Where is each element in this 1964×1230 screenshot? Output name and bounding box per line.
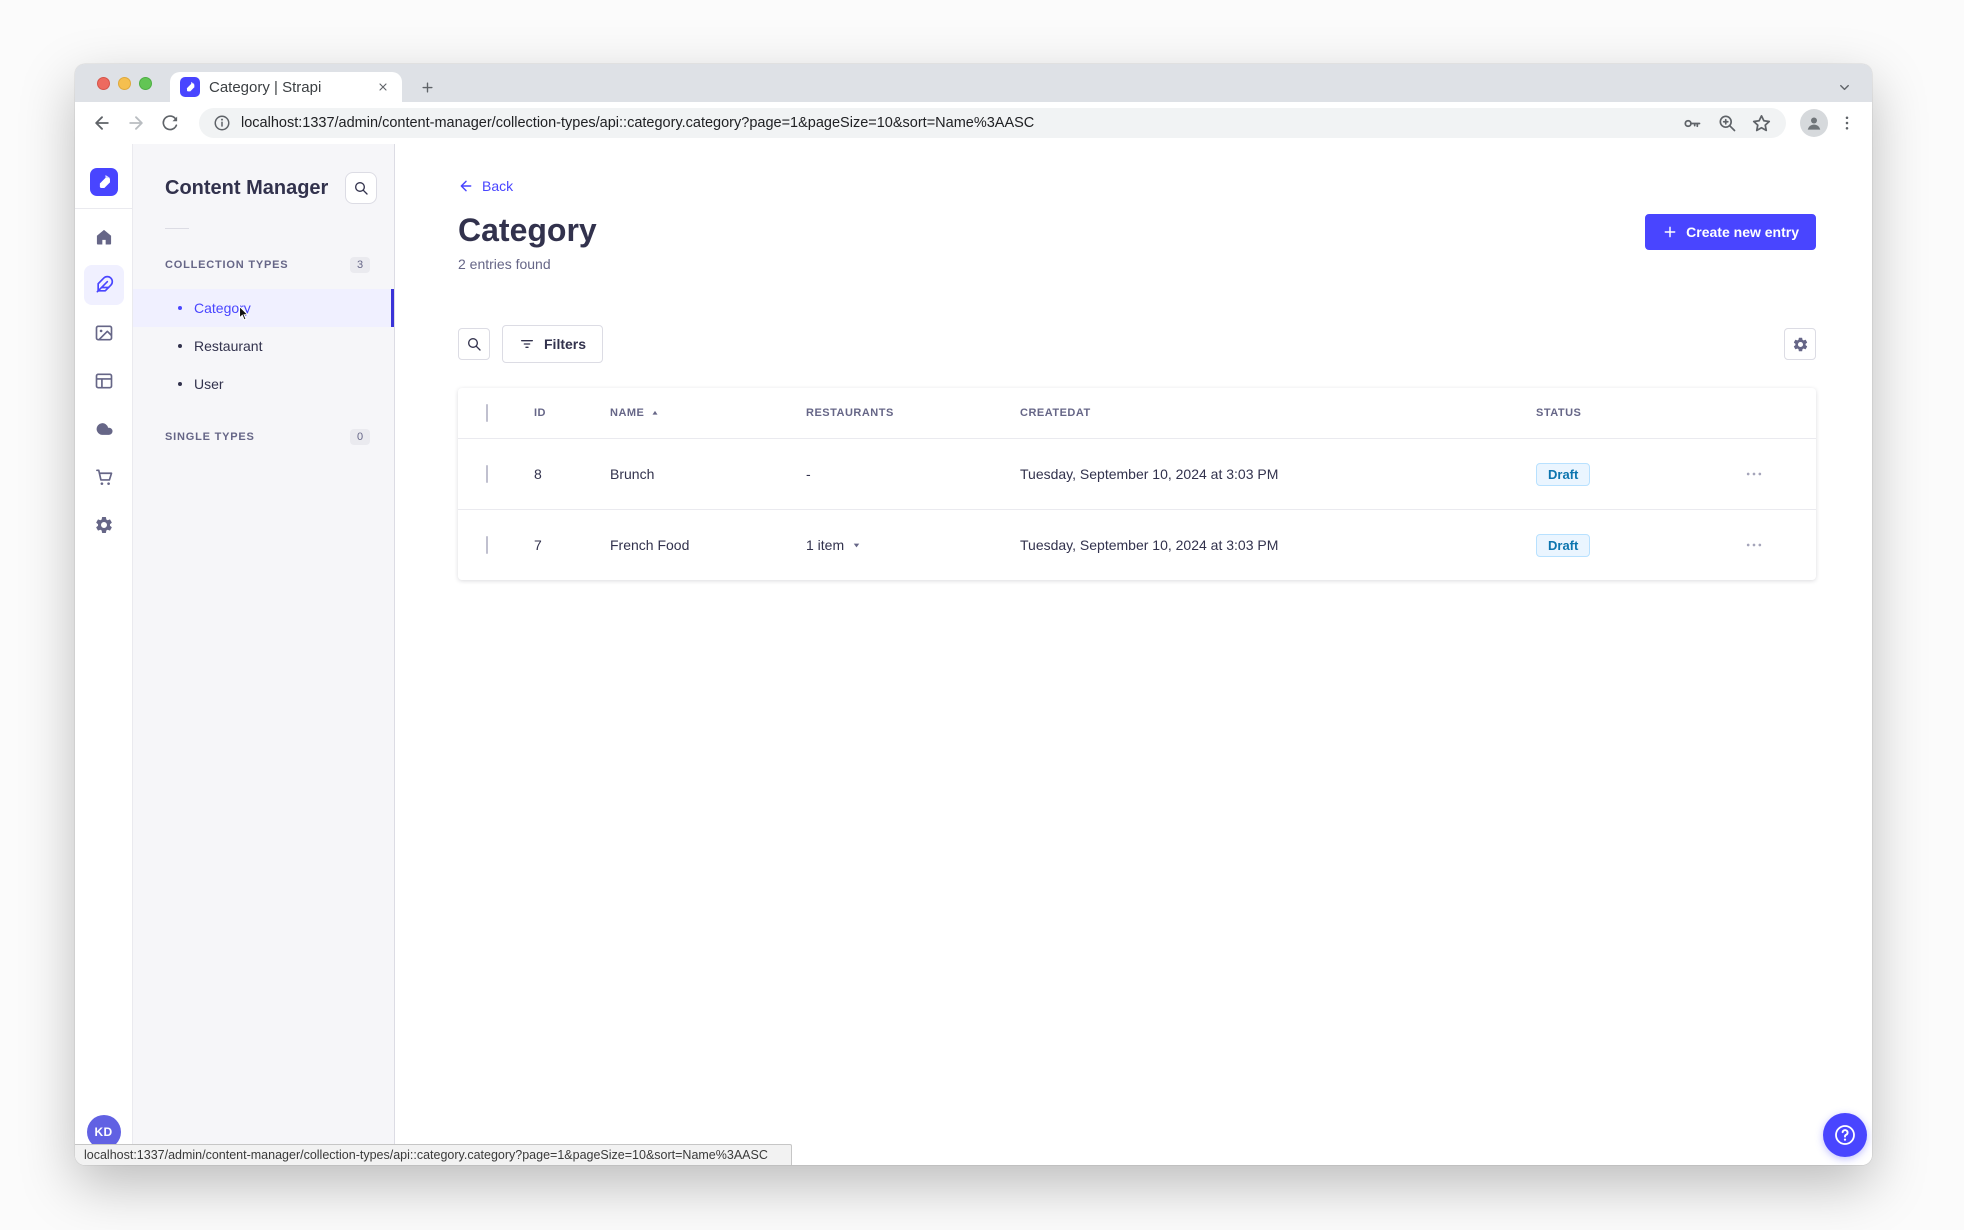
nav-marketplace-icon[interactable] bbox=[84, 457, 124, 497]
create-new-entry-button[interactable]: Create new entry bbox=[1645, 214, 1816, 250]
sidebar-divider bbox=[165, 228, 189, 229]
status-badge: Draft bbox=[1536, 462, 1591, 486]
plus-icon bbox=[1662, 224, 1678, 240]
row-checkbox[interactable] bbox=[486, 536, 488, 554]
content-manager-sidebar: Content Manager COLLECTION TYPES 3 Categ… bbox=[133, 144, 395, 1165]
tab-search-chevron-icon[interactable] bbox=[1832, 75, 1856, 99]
window-controls bbox=[97, 77, 152, 90]
cell-id: 7 bbox=[534, 537, 542, 553]
strapi-favicon-icon bbox=[180, 77, 200, 97]
browser-window: Category | Strapi localhost:1337/admin/c… bbox=[75, 64, 1872, 1165]
reload-button[interactable] bbox=[155, 108, 185, 138]
single-types-count-badge: 0 bbox=[350, 429, 370, 445]
bookmark-star-icon[interactable] bbox=[1751, 113, 1772, 134]
row-actions-menu[interactable] bbox=[1726, 464, 1816, 484]
browser-menu-icon[interactable] bbox=[1834, 110, 1860, 136]
table-row[interactable]: 8 Brunch - Tuesday, September 10, 2024 a… bbox=[458, 438, 1816, 509]
status-badge: Draft bbox=[1536, 533, 1591, 557]
back-link[interactable]: Back bbox=[458, 178, 513, 194]
column-header-name[interactable]: NAME bbox=[610, 407, 806, 419]
sidebar-item-user[interactable]: User bbox=[133, 365, 394, 403]
select-all-checkbox[interactable] bbox=[486, 404, 488, 422]
ellipsis-icon bbox=[1744, 464, 1764, 484]
maximize-window-button[interactable] bbox=[139, 77, 152, 90]
nav-settings-icon[interactable] bbox=[84, 505, 124, 545]
cell-createdat: Tuesday, September 10, 2024 at 3:03 PM bbox=[1020, 466, 1279, 482]
password-key-icon[interactable] bbox=[1682, 113, 1703, 134]
cell-createdat: Tuesday, September 10, 2024 at 3:03 PM bbox=[1020, 537, 1279, 553]
sidebar-item-restaurant[interactable]: Restaurant bbox=[133, 327, 394, 365]
nav-media-library-icon[interactable] bbox=[84, 313, 124, 353]
cell-id: 8 bbox=[534, 466, 542, 482]
entries-table: ID NAME RESTAURANTS CREATEDAT STATUS 8 B… bbox=[458, 388, 1816, 580]
strapi-logo-icon[interactable] bbox=[89, 168, 118, 196]
address-bar[interactable]: localhost:1337/admin/content-manager/col… bbox=[199, 108, 1786, 138]
filter-icon bbox=[519, 336, 535, 352]
row-actions-menu[interactable] bbox=[1726, 535, 1816, 555]
create-new-entry-label: Create new entry bbox=[1686, 224, 1799, 240]
row-checkbox[interactable] bbox=[486, 465, 488, 483]
forward-browser-button[interactable] bbox=[121, 108, 151, 138]
cell-restaurants: - bbox=[806, 466, 811, 482]
main-nav-rail: KD bbox=[75, 144, 133, 1165]
browser-tab[interactable]: Category | Strapi bbox=[170, 72, 402, 102]
minimize-window-button[interactable] bbox=[118, 77, 131, 90]
browser-profile-icon[interactable] bbox=[1800, 109, 1828, 137]
sort-ascending-icon bbox=[650, 408, 660, 418]
nav-cloud-icon[interactable] bbox=[84, 409, 124, 449]
browser-tab-strip: Category | Strapi bbox=[75, 64, 1872, 102]
sidebar-search-button[interactable] bbox=[345, 172, 377, 204]
entries-count: 2 entries found bbox=[458, 256, 551, 272]
bullet-icon bbox=[178, 344, 182, 348]
cell-restaurants-relation[interactable]: 1 item bbox=[806, 537, 1020, 553]
rail-divider bbox=[75, 208, 132, 209]
sidebar-item-category[interactable]: Category bbox=[133, 289, 394, 327]
new-tab-button[interactable] bbox=[413, 73, 441, 101]
back-label: Back bbox=[482, 178, 514, 194]
main-content: Back Category 2 entries found Create new… bbox=[395, 144, 1872, 1165]
tab-title: Category | Strapi bbox=[209, 78, 322, 96]
column-header-createdat[interactable]: CREATEDAT bbox=[1020, 407, 1536, 419]
table-row[interactable]: 7 French Food 1 item Tuesday, September … bbox=[458, 509, 1816, 580]
bullet-icon bbox=[178, 382, 182, 386]
question-mark-icon bbox=[1833, 1123, 1857, 1147]
collection-types-label: COLLECTION TYPES bbox=[165, 259, 289, 271]
filters-row: Filters bbox=[458, 325, 1816, 363]
help-button[interactable] bbox=[1823, 1113, 1867, 1157]
back-browser-button[interactable] bbox=[87, 108, 117, 138]
table-search-button[interactable] bbox=[458, 328, 490, 360]
cell-name: Brunch bbox=[610, 466, 655, 482]
ellipsis-icon bbox=[1744, 535, 1764, 555]
table-header-row: ID NAME RESTAURANTS CREATEDAT STATUS bbox=[458, 388, 1816, 438]
site-info-icon[interactable] bbox=[213, 114, 231, 132]
nav-content-manager-icon[interactable] bbox=[83, 265, 124, 305]
back-arrow-icon bbox=[458, 178, 474, 194]
single-types-label: SINGLE TYPES bbox=[165, 431, 255, 443]
browser-toolbar: localhost:1337/admin/content-manager/col… bbox=[75, 102, 1872, 144]
table-settings-button[interactable] bbox=[1784, 328, 1816, 360]
caret-down-icon bbox=[851, 540, 862, 551]
strapi-admin-app: KD Content Manager COLLECTION TYPES 3 Ca… bbox=[75, 144, 1872, 1165]
page-title: Category bbox=[458, 212, 597, 248]
nav-home-icon[interactable] bbox=[84, 217, 124, 257]
column-header-status[interactable]: STATUS bbox=[1536, 407, 1726, 419]
url-text[interactable]: localhost:1337/admin/content-manager/col… bbox=[241, 115, 1670, 131]
close-window-button[interactable] bbox=[97, 77, 110, 90]
bullet-icon bbox=[178, 306, 182, 310]
mouse-cursor-icon bbox=[235, 304, 253, 322]
tab-close-icon[interactable] bbox=[374, 78, 392, 96]
filters-label: Filters bbox=[544, 336, 587, 352]
zoom-icon[interactable] bbox=[1717, 113, 1737, 133]
sidebar-item-label: Restaurant bbox=[194, 338, 263, 354]
link-preview-statusbar: localhost:1337/admin/content-manager/col… bbox=[75, 1144, 792, 1165]
cell-name: French Food bbox=[610, 537, 690, 553]
column-header-restaurants[interactable]: RESTAURANTS bbox=[806, 407, 1020, 419]
sidebar-title: Content Manager bbox=[165, 176, 329, 199]
sidebar-item-label: User bbox=[194, 376, 224, 392]
collection-types-count-badge: 3 bbox=[350, 257, 370, 273]
nav-content-type-builder-icon[interactable] bbox=[84, 361, 124, 401]
column-header-id[interactable]: ID bbox=[534, 407, 610, 419]
filters-button[interactable]: Filters bbox=[502, 325, 604, 363]
